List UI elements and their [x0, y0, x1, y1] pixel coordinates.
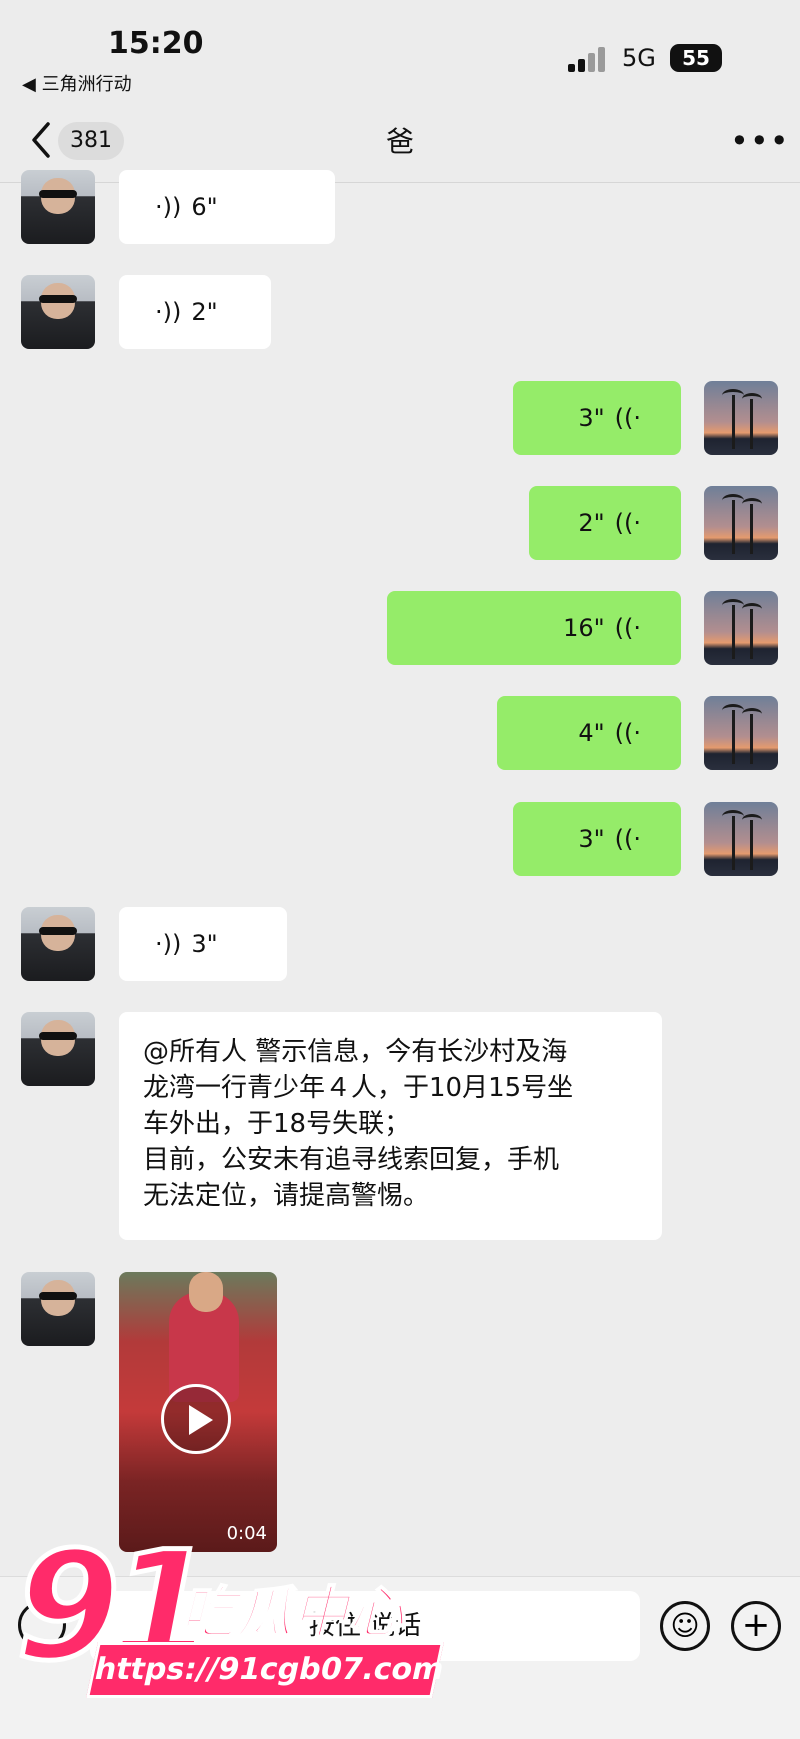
contact-avatar[interactable]	[21, 275, 95, 349]
voice-wave-icon: ((·	[614, 719, 641, 747]
voice-duration: 4"	[578, 719, 605, 747]
signal-icon	[568, 46, 608, 72]
voice-wave-icon: ·))	[155, 193, 182, 221]
chat-header: 381 爸 •••	[0, 100, 800, 183]
chat-title: 爸	[385, 125, 414, 158]
contact-avatar[interactable]	[21, 907, 95, 981]
contact-avatar[interactable]	[21, 1012, 95, 1086]
video-duration: 0:04	[226, 1523, 267, 1544]
voice-duration: 16"	[563, 614, 605, 642]
voice-message[interactable]: 4" ((·	[497, 696, 681, 770]
voice-message[interactable]: ·)) 3"	[119, 907, 287, 981]
back-to-app-link[interactable]: ◀ 三角洲行动	[22, 70, 132, 96]
my-avatar[interactable]	[704, 486, 778, 560]
voice-wave-icon: ·))	[155, 930, 182, 958]
text-message[interactable]: @所有人 警示信息，今有长沙村及海 龙湾一行青少年４人，于10月15号坐 车外出…	[119, 1012, 662, 1240]
voice-message[interactable]: ·)) 6"	[119, 170, 335, 244]
voice-duration: 6"	[191, 193, 218, 221]
more-options-button[interactable]: •••	[730, 122, 790, 160]
my-avatar[interactable]	[704, 802, 778, 876]
voice-message[interactable]: 3" ((·	[513, 802, 681, 876]
status-bar: 15:20 ◀ 三角洲行动 5G 55	[0, 0, 800, 100]
voice-message[interactable]: 3" ((·	[513, 381, 681, 455]
my-avatar[interactable]	[704, 591, 778, 665]
my-avatar[interactable]	[704, 696, 778, 770]
voice-duration: 3"	[578, 404, 605, 432]
battery-icon: 55	[670, 44, 722, 72]
status-time: 15:20	[108, 26, 204, 61]
plus-icon[interactable]: +	[731, 1601, 781, 1651]
emoji-icon[interactable]: ☺	[660, 1601, 710, 1651]
network-type: 5G	[622, 44, 656, 72]
video-message[interactable]: 0:04	[119, 1272, 277, 1552]
voice-duration: 2"	[578, 509, 605, 537]
voice-wave-icon: ·))	[155, 298, 182, 326]
voice-message[interactable]: ·)) 2"	[119, 275, 271, 349]
contact-avatar[interactable]	[21, 170, 95, 244]
voice-wave-icon: ((·	[614, 614, 641, 642]
my-avatar[interactable]	[704, 381, 778, 455]
voice-duration: 3"	[578, 825, 605, 853]
play-icon[interactable]	[161, 1384, 231, 1454]
voice-wave-icon: ((·	[614, 825, 641, 853]
voice-duration: 2"	[191, 298, 218, 326]
voice-message[interactable]: 2" ((·	[529, 486, 681, 560]
watermark-url: https://91cgb07.com	[86, 1642, 447, 1698]
voice-message[interactable]: 16" ((·	[387, 591, 681, 665]
voice-wave-icon: ((·	[614, 404, 641, 432]
voice-wave-icon: ((·	[614, 509, 641, 537]
voice-duration: 3"	[191, 930, 218, 958]
watermark-name: 吃瓜中心	[179, 1580, 405, 1647]
contact-avatar[interactable]	[21, 1272, 95, 1346]
